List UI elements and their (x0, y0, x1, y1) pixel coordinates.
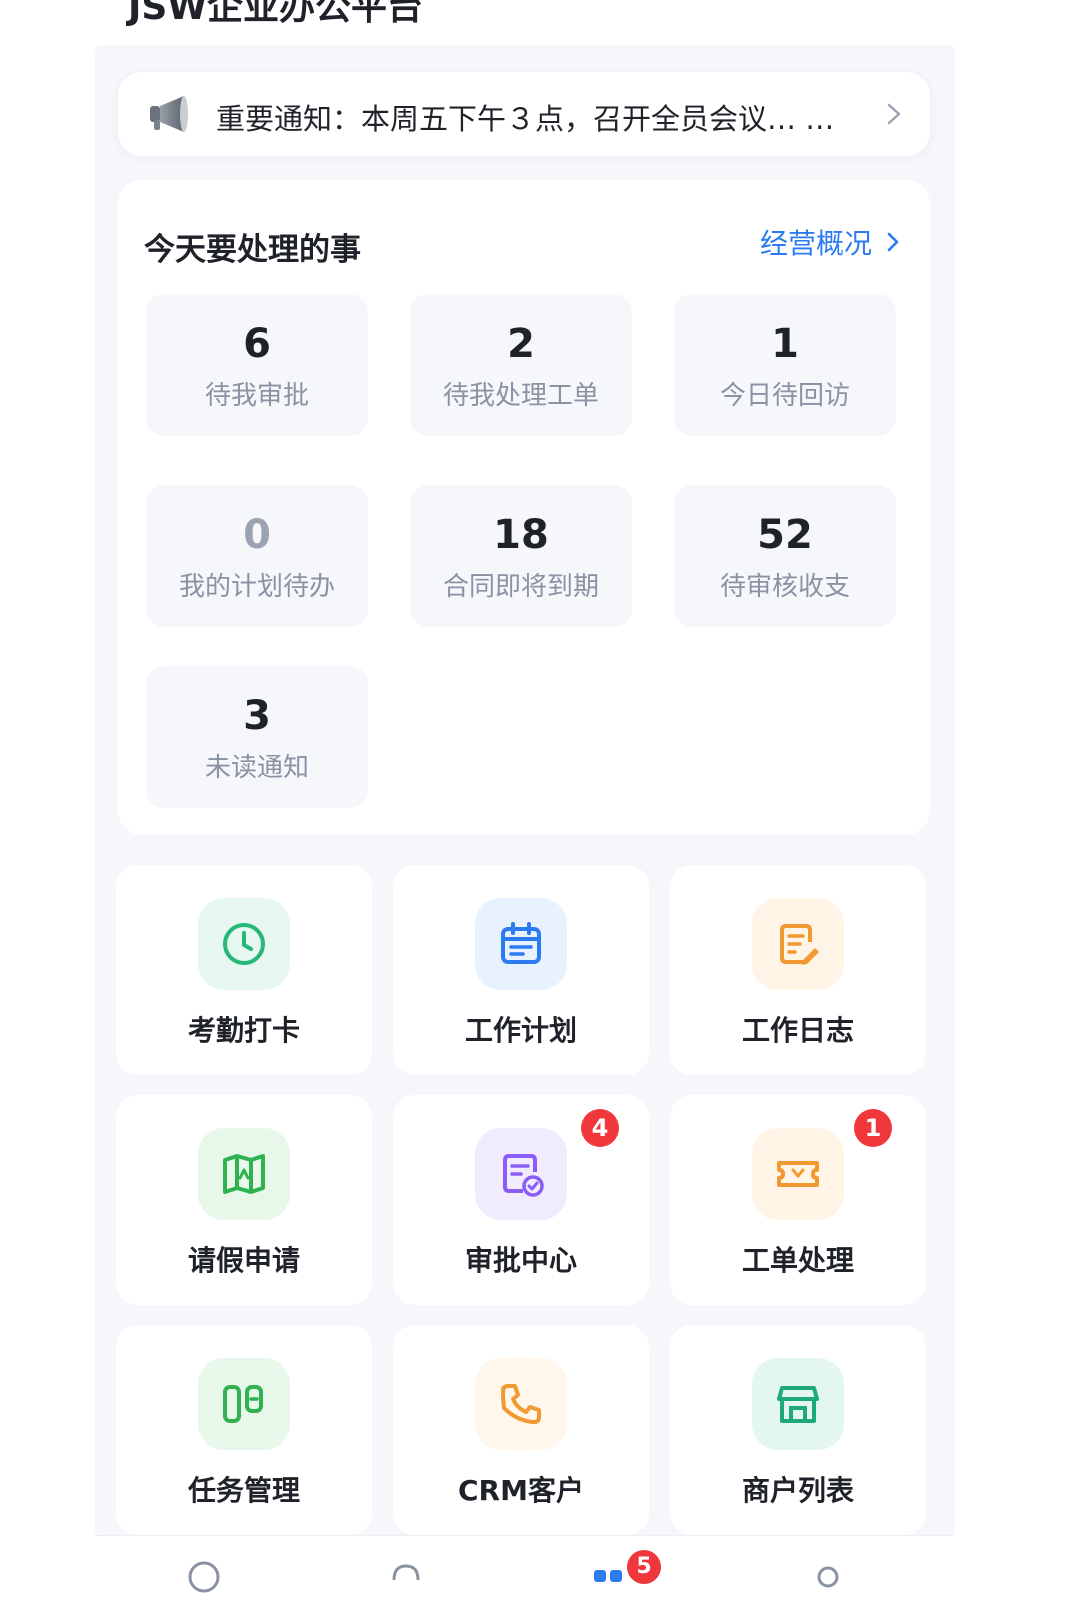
stat-value: 0 (243, 512, 271, 558)
calendar-icon (475, 898, 567, 990)
app-label: 工作计划 (464, 1014, 577, 1047)
tab-message-icon[interactable] (389, 1560, 423, 1594)
tab-workbench-icon[interactable] (591, 1560, 625, 1594)
todo-title: 今天要处理的事 (144, 232, 361, 268)
todo-card: 今天要处理的事 经营概况 6 待我审批 2 待我处理工单 1 今日待回访 0 我… (118, 180, 930, 835)
app-task-management[interactable]: 任务管理 (116, 1325, 372, 1535)
map-icon (198, 1128, 290, 1220)
overview-link-label: 经营概况 (760, 227, 873, 260)
notification-badge: 4 (581, 1109, 619, 1147)
chevron-right-icon (887, 103, 901, 125)
store-icon (752, 1358, 844, 1450)
stat-label: 合同即将到期 (442, 572, 599, 602)
stat-label: 今日待回访 (719, 381, 850, 411)
stat-value: 52 (757, 512, 813, 558)
overview-link[interactable]: 经营概况 (760, 222, 900, 262)
tab-profile-icon[interactable] (811, 1560, 845, 1594)
stat-followups-today[interactable]: 1 今日待回访 (674, 294, 896, 436)
stat-value: 3 (243, 693, 271, 739)
app-work-plan[interactable]: 工作计划 (393, 865, 649, 1075)
tab-badge: 5 (627, 1550, 661, 1584)
notice-text: 重要通知：本周五下午３点，召开全员会议… … (216, 102, 835, 136)
app-label: 工作日志 (741, 1014, 854, 1047)
notice-bar[interactable]: 重要通知：本周五下午３点，召开全员会议… … (118, 72, 930, 156)
stat-value: 18 (493, 512, 549, 558)
stat-value: 1 (771, 321, 799, 367)
stat-label: 待我处理工单 (442, 381, 599, 411)
app-label: CRM客户 (458, 1474, 584, 1507)
approval-icon (475, 1128, 567, 1220)
tab-home-icon[interactable] (187, 1560, 221, 1594)
app-label: 审批中心 (464, 1244, 577, 1277)
chevron-right-icon (887, 232, 899, 252)
stat-my-plans[interactable]: 0 我的计划待办 (146, 485, 368, 627)
stat-label: 待审核收支 (719, 572, 850, 602)
app-attendance[interactable]: 考勤打卡 (116, 865, 372, 1075)
app-label: 请假申请 (187, 1244, 300, 1277)
stat-value: 6 (243, 321, 271, 367)
ticket-icon (752, 1128, 844, 1220)
app-title: JSW企业办公平台 (128, 0, 424, 28)
stat-label: 未读通知 (204, 753, 309, 783)
stat-label: 待我审批 (204, 381, 309, 411)
bottom-nav: 5 (95, 1535, 955, 1613)
stat-pending-tickets[interactable]: 2 待我处理工单 (410, 294, 632, 436)
stat-label: 我的计划待办 (178, 572, 335, 602)
task-icon (198, 1358, 290, 1450)
note-edit-icon (752, 898, 844, 990)
app-label: 工单处理 (741, 1244, 854, 1277)
clock-icon (198, 898, 290, 990)
phone-icon (475, 1358, 567, 1450)
app-label: 考勤打卡 (187, 1014, 300, 1047)
stat-pending-finance[interactable]: 52 待审核收支 (674, 485, 896, 627)
app-label: 商户列表 (741, 1474, 854, 1507)
stat-unread-notices[interactable]: 3 未读通知 (146, 666, 368, 808)
app-work-log[interactable]: 工作日志 (670, 865, 926, 1075)
app-approval-center[interactable]: 审批中心 4 (393, 1095, 649, 1305)
stat-expiring-contracts[interactable]: 18 合同即将到期 (410, 485, 632, 627)
stat-value: 2 (507, 321, 535, 367)
app-ticket-handling[interactable]: 工单处理 1 (670, 1095, 926, 1305)
app-leave-request[interactable]: 请假申请 (116, 1095, 372, 1305)
app-label: 任务管理 (187, 1474, 300, 1507)
stat-pending-approval[interactable]: 6 待我审批 (146, 294, 368, 436)
app-crm-customers[interactable]: CRM客户 (393, 1325, 649, 1535)
notification-badge: 1 (854, 1109, 892, 1147)
megaphone-icon (150, 96, 188, 132)
app-merchant-list[interactable]: 商户列表 (670, 1325, 926, 1535)
